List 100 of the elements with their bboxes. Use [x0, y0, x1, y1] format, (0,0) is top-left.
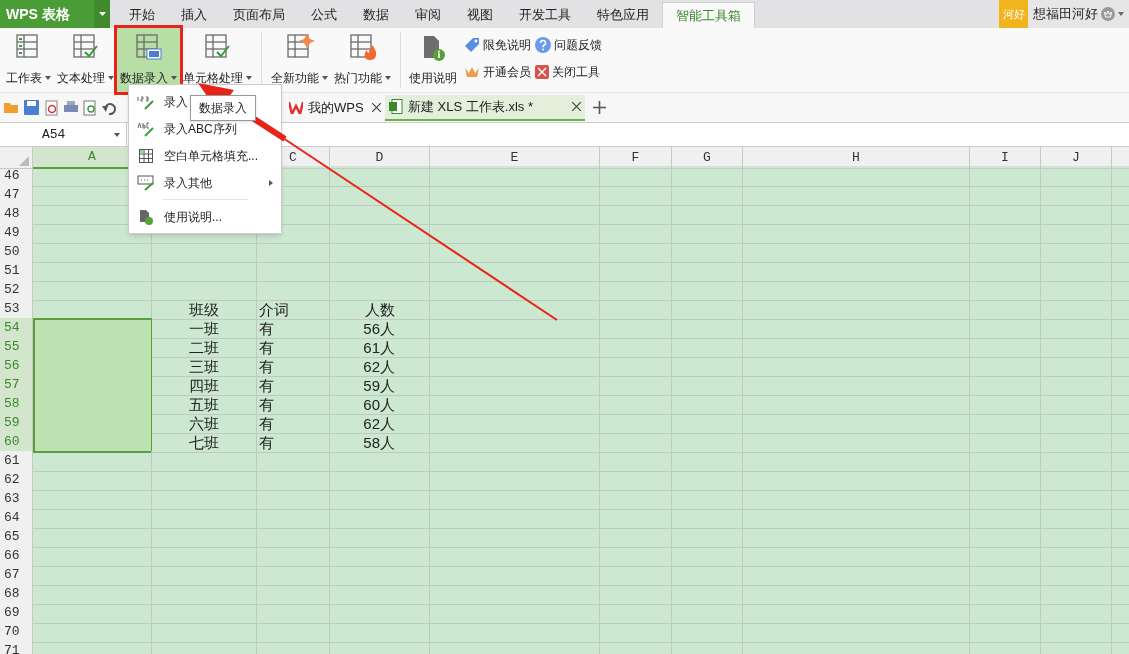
row-header[interactable]: 50: [0, 242, 33, 263]
table-cell: 一班: [152, 318, 257, 339]
caret-icon: [246, 76, 252, 80]
undo-icon[interactable]: [102, 100, 116, 115]
table-cell: [600, 603, 672, 624]
save-icon[interactable]: [24, 100, 39, 115]
row-header[interactable]: 48: [0, 204, 33, 225]
menu-item[interactable]: 录入其他: [129, 169, 281, 196]
table-cell: [970, 261, 1041, 282]
table-cell: [970, 432, 1041, 453]
letters-pen-icon: [137, 120, 155, 137]
table-cell: [600, 356, 672, 377]
document-tab[interactable]: 新建 XLS 工作表.xls *: [385, 94, 585, 121]
table-cell: [672, 470, 743, 491]
table-cell: [600, 242, 672, 263]
ribbon-button[interactable]: 文本处理: [54, 28, 117, 92]
crown-icon: [464, 65, 480, 79]
help-button[interactable]: 使用说明: [407, 28, 459, 92]
export-icon[interactable]: [43, 99, 59, 116]
ribbon-button[interactable]: 数据录入: [117, 28, 180, 92]
table-cell: [970, 451, 1041, 472]
ribbon-tab[interactable]: 特色应用: [584, 2, 662, 28]
row-header[interactable]: 61: [0, 451, 33, 472]
toolbar-link[interactable]: 问题反馈: [535, 36, 602, 54]
ribbon-tab[interactable]: 页面布局: [220, 2, 298, 28]
row-header[interactable]: 70: [0, 622, 33, 643]
close-icon[interactable]: [572, 102, 581, 111]
column-header[interactable]: E: [430, 147, 600, 169]
ribbon-tab[interactable]: 数据: [350, 2, 402, 28]
row-header[interactable]: 65: [0, 527, 33, 548]
add-icon[interactable]: [593, 101, 606, 114]
toolbar-link[interactable]: 限免说明: [464, 36, 531, 54]
table-cell: [970, 204, 1041, 225]
app-logo: WPS 表格: [5, 4, 70, 24]
tooltip: 数据录入: [190, 95, 256, 121]
table-number-icon: [133, 32, 164, 62]
row-header[interactable]: 68: [0, 584, 33, 605]
table-cell: 三班: [152, 356, 257, 377]
row-header[interactable]: 52: [0, 280, 33, 301]
table-cell: 62人: [330, 356, 430, 377]
table-cell: [600, 622, 672, 643]
ribbon-button[interactable]: 热门功能: [331, 28, 394, 92]
ribbon-tab[interactable]: 开发工具: [506, 2, 584, 28]
table-cell: [970, 166, 1041, 187]
table-cell: [600, 185, 672, 206]
print-icon[interactable]: [63, 100, 79, 115]
caret-icon: [114, 132, 120, 137]
column-header[interactable]: H: [743, 147, 970, 169]
toolbar-link[interactable]: 关闭工具: [535, 63, 602, 81]
spreadsheet-file-icon: [389, 99, 403, 114]
table-cell: [970, 470, 1041, 491]
table-cell: [672, 394, 743, 415]
row-header[interactable]: 47: [0, 185, 33, 206]
column-header[interactable]: J: [1041, 147, 1112, 169]
row-header[interactable]: 71: [0, 641, 33, 654]
table-cell: [672, 527, 743, 548]
number-pen-icon: [137, 93, 155, 110]
ribbon-tab[interactable]: 开始: [116, 2, 168, 28]
table-cell: 58人: [330, 432, 430, 453]
row-header[interactable]: 51: [0, 261, 33, 282]
table-cell: [672, 318, 743, 339]
ribbon-tab[interactable]: 插入: [168, 2, 220, 28]
caret-icon: [45, 76, 51, 80]
submenu-arrow-icon: [269, 179, 273, 186]
ribbon-button[interactable]: 全新功能: [268, 28, 331, 92]
table-cell: [672, 432, 743, 453]
table-cell: [970, 375, 1041, 396]
close-icon[interactable]: [372, 103, 381, 112]
table-cell: [970, 223, 1041, 244]
column-header[interactable]: G: [672, 147, 743, 169]
tab-label: 我的WPS: [308, 98, 364, 117]
table-cell: [672, 280, 743, 301]
ribbon-tab[interactable]: 公式: [298, 2, 350, 28]
column-header[interactable]: I: [970, 147, 1041, 169]
tab-label: 新建 XLS 工作表.xls *: [408, 97, 533, 116]
row-header[interactable]: 69: [0, 603, 33, 624]
row-header[interactable]: 53: [0, 299, 33, 320]
preview-icon[interactable]: [83, 99, 98, 116]
table-cell: [970, 622, 1041, 643]
row-header[interactable]: 63: [0, 489, 33, 510]
caret-icon: [108, 76, 114, 80]
ribbon-tab[interactable]: 审阅: [402, 2, 454, 28]
document-tab[interactable]: 我的WPS: [285, 94, 385, 121]
ribbon-tab[interactable]: 智能工具箱: [662, 2, 755, 28]
row-header[interactable]: 62: [0, 470, 33, 491]
row-header[interactable]: 66: [0, 546, 33, 567]
table-cell: [672, 565, 743, 586]
row-header[interactable]: 49: [0, 223, 33, 244]
menu-item[interactable]: 使用说明...: [129, 203, 224, 230]
table-cell: [600, 223, 672, 244]
column-header[interactable]: D: [330, 147, 430, 169]
table-cell: [600, 337, 672, 358]
ribbon-tab[interactable]: 视图: [454, 2, 506, 28]
toolbar-link[interactable]: 开通会员: [464, 63, 531, 81]
column-header[interactable]: F: [600, 147, 672, 169]
row-header[interactable]: 64: [0, 508, 33, 529]
ribbon-button[interactable]: 工作表: [3, 28, 54, 92]
table-cell: [970, 356, 1041, 377]
row-header[interactable]: 67: [0, 565, 33, 586]
table-cell: 有: [257, 394, 330, 415]
